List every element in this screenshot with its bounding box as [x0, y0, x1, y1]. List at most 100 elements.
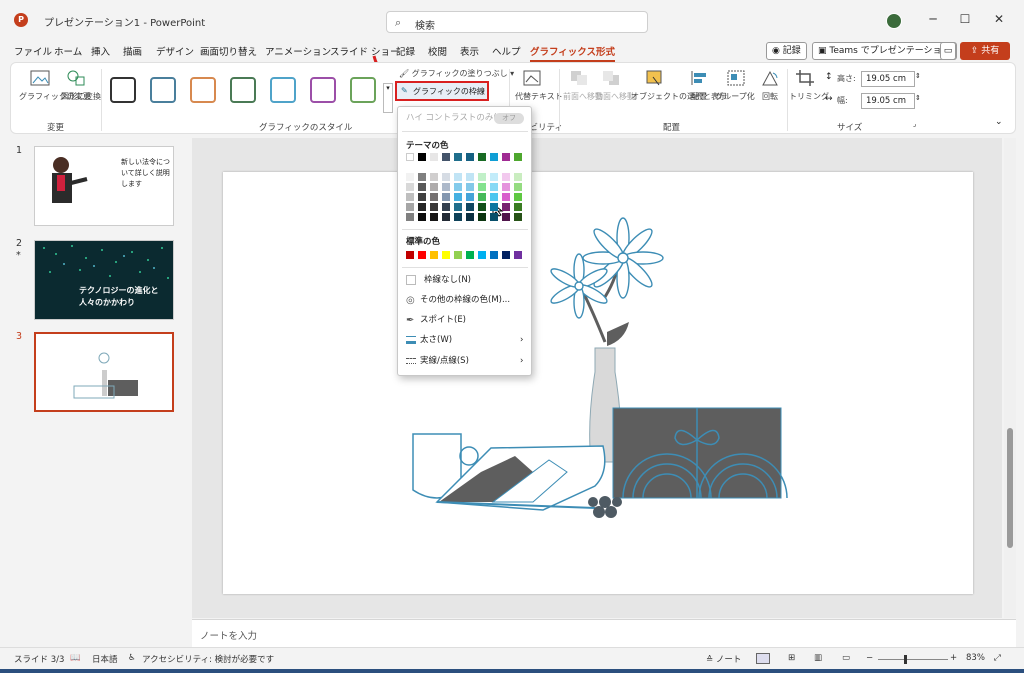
tab-transitions[interactable]: 画面切り替え	[200, 44, 257, 58]
weight-option[interactable]: 太さ(W) ›	[398, 331, 531, 349]
standard-color-swatch[interactable]	[490, 251, 498, 259]
slideshow-icon[interactable]: ▭	[842, 653, 850, 663]
zoom-out-icon[interactable]: −	[866, 653, 873, 663]
standard-color-swatch[interactable]	[406, 251, 414, 259]
tab-graphics-format[interactable]: グラフィックス形式	[530, 44, 616, 62]
style-preset-3[interactable]	[190, 77, 216, 103]
share-button[interactable]: ⇪ 共有	[960, 42, 1010, 60]
height-stepper[interactable]: ⇕	[915, 72, 921, 80]
theme-color-shade-swatch[interactable]	[466, 193, 474, 201]
theme-color-swatch[interactable]	[442, 153, 450, 161]
tab-animations[interactable]: アニメーション	[265, 44, 331, 58]
theme-color-shade-swatch[interactable]	[454, 173, 462, 181]
theme-color-shade-swatch[interactable]	[454, 193, 462, 201]
avatar[interactable]	[886, 13, 902, 29]
theme-color-shade-swatch[interactable]	[466, 183, 474, 191]
selection-pane-button[interactable]: オブジェクトの選択と表示	[631, 91, 727, 102]
theme-color-shade-swatch[interactable]	[442, 203, 450, 211]
theme-color-shade-swatch[interactable]	[454, 183, 462, 191]
style-preset-7[interactable]	[350, 77, 376, 103]
theme-color-shade-swatch[interactable]	[442, 193, 450, 201]
slide-thumbnail-2[interactable]: テクノロジーの進化と人々のかかわり	[34, 240, 174, 320]
more-outline-colors-option[interactable]: ◎ その他の枠線の色(M)...	[398, 291, 531, 309]
theme-color-shade-swatch[interactable]	[442, 173, 450, 181]
slide-thumbnail-1[interactable]: 新しい法令について詳しく説明します	[34, 146, 174, 226]
theme-color-shade-swatch[interactable]	[502, 173, 510, 181]
tab-file[interactable]: ファイル	[14, 44, 52, 58]
teams-present-button[interactable]: ▣ Teams でプレゼンテーション	[812, 42, 957, 60]
standard-color-swatch[interactable]	[430, 251, 438, 259]
style-preset-1[interactable]	[110, 77, 136, 103]
height-field[interactable]: 19.05 cm	[861, 71, 915, 87]
rotate-button[interactable]: 回転	[755, 91, 785, 102]
standard-color-swatch[interactable]	[478, 251, 486, 259]
theme-color-shade-swatch[interactable]	[442, 213, 450, 221]
theme-color-shade-swatch[interactable]	[490, 203, 498, 211]
theme-color-shade-swatch[interactable]	[430, 193, 438, 201]
theme-color-shade-swatch[interactable]	[514, 173, 522, 181]
theme-color-shade-swatch[interactable]	[418, 173, 426, 181]
comments-icon[interactable]: ▭	[940, 42, 956, 60]
theme-color-shade-swatch[interactable]	[430, 203, 438, 211]
theme-color-shade-swatch[interactable]	[502, 193, 510, 201]
theme-color-shade-swatch[interactable]	[454, 203, 462, 211]
theme-color-shade-swatch[interactable]	[418, 203, 426, 211]
group-button[interactable]: グループ化	[715, 91, 755, 102]
maximize-button[interactable]: ☐	[950, 12, 980, 26]
notes-toggle[interactable]: ≙ ノート	[706, 653, 741, 665]
standard-color-swatch[interactable]	[514, 251, 522, 259]
tab-insert[interactable]: 挿入	[91, 44, 110, 58]
theme-color-shade-swatch[interactable]	[490, 213, 498, 221]
theme-color-swatch[interactable]	[406, 153, 414, 161]
zoom-slider-thumb[interactable]	[904, 655, 907, 664]
tab-view[interactable]: 表示	[460, 44, 479, 58]
theme-color-shade-swatch[interactable]	[406, 213, 414, 221]
theme-color-swatch[interactable]	[490, 153, 498, 161]
standard-color-swatch[interactable]	[454, 251, 462, 259]
theme-color-shade-swatch[interactable]	[466, 213, 474, 221]
zoom-slider[interactable]	[878, 659, 948, 660]
slide-canvas[interactable]	[223, 172, 973, 594]
style-preset-4[interactable]	[230, 77, 256, 103]
minimize-button[interactable]: ─	[918, 12, 948, 26]
high-contrast-only-option[interactable]: ハイ コントラストのみ(H) オフ	[398, 109, 531, 127]
tab-help[interactable]: ヘルプ	[492, 44, 521, 58]
theme-color-shade-swatch[interactable]	[514, 183, 522, 191]
theme-color-shade-swatch[interactable]	[490, 173, 498, 181]
zoom-level[interactable]: 83%	[966, 653, 985, 663]
theme-color-shade-swatch[interactable]	[418, 193, 426, 201]
search-input[interactable]: 検索	[415, 17, 435, 32]
accessibility-status[interactable]: アクセシビリティ: 検討が必要です	[142, 653, 274, 665]
bring-forward-button[interactable]: 前面へ移動	[563, 91, 603, 102]
theme-color-shade-swatch[interactable]	[430, 213, 438, 221]
theme-color-shade-swatch[interactable]	[478, 193, 486, 201]
send-backward-button[interactable]: 背面へ移動	[595, 91, 635, 102]
theme-color-shade-swatch[interactable]	[514, 213, 522, 221]
theme-color-shade-swatch[interactable]	[502, 213, 510, 221]
change-graphic-button[interactable]: グラフィックの変更	[19, 91, 91, 102]
standard-color-swatch[interactable]	[418, 251, 426, 259]
alt-text-button[interactable]: 代替テキスト	[515, 91, 563, 102]
theme-color-shade-swatch[interactable]	[406, 173, 414, 181]
scrollbar-thumb[interactable]	[1007, 428, 1013, 548]
fill-button[interactable]: 🖌 グラフィックの塗りつぶし ▾	[399, 68, 514, 79]
theme-color-swatch[interactable]	[418, 153, 426, 161]
theme-color-swatch[interactable]	[454, 153, 462, 161]
theme-color-shade-swatch[interactable]	[490, 183, 498, 191]
theme-color-shade-swatch[interactable]	[430, 173, 438, 181]
language-status[interactable]: 日本語	[92, 653, 118, 665]
dashes-option[interactable]: 実線/点線(S) ›	[398, 352, 531, 370]
normal-view-icon[interactable]	[756, 653, 770, 664]
theme-color-shade-swatch[interactable]	[430, 183, 438, 191]
outline-button[interactable]: ✎ グラフィックの枠線 ⌄	[395, 81, 489, 101]
theme-color-shade-swatch[interactable]	[418, 213, 426, 221]
theme-color-shade-swatch[interactable]	[406, 193, 414, 201]
style-preset-5[interactable]	[270, 77, 296, 103]
theme-color-shade-swatch[interactable]	[406, 183, 414, 191]
ribbon-collapse-icon[interactable]: ⌄	[995, 117, 1003, 127]
search-box[interactable]: ⌕ 検索	[386, 11, 648, 33]
theme-color-shade-swatch[interactable]	[514, 203, 522, 211]
tab-review[interactable]: 校閲	[428, 44, 447, 58]
zoom-in-icon[interactable]: +	[950, 653, 957, 663]
slide-sorter-icon[interactable]: ⊞	[788, 653, 795, 663]
